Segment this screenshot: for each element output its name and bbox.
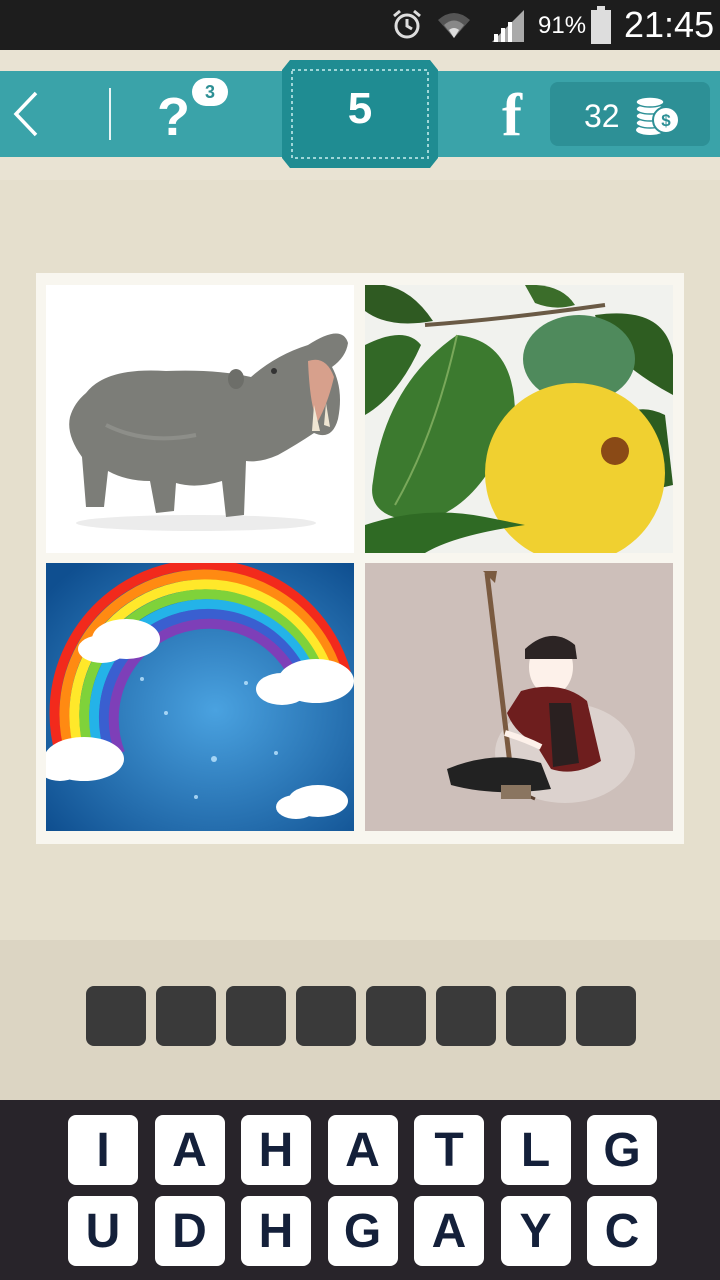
answer-slot[interactable] [436,986,496,1046]
level-number: 5 [347,84,373,133]
chevron-left-icon [13,91,38,137]
hippo-picture[interactable] [46,285,354,553]
alarm-icon [393,9,421,39]
answer-slot[interactable] [296,986,356,1046]
picture-grid [36,273,684,844]
toolbar-divider [109,88,111,140]
letter-key[interactable]: T [414,1115,484,1185]
letter-key[interactable]: L [500,1115,571,1185]
letter-key[interactable]: U [68,1196,138,1266]
hippo-illustration [69,333,348,531]
answer-slot[interactable] [226,986,286,1046]
hint-count-badge: 3 [192,78,228,106]
fruit-picture[interactable] [365,285,673,553]
status-bar: 91% 21:45 [0,0,720,50]
signal-icon [492,10,524,42]
letter-key[interactable]: Y [500,1196,571,1266]
level-indicator: 5 [282,60,438,168]
letter-key[interactable]: I [68,1115,138,1185]
letter-key[interactable]: D [154,1196,225,1266]
battery-icon [591,6,611,44]
svg-text:$: $ [661,111,671,130]
coin-count: 32 [584,98,620,134]
facebook-share-button[interactable]: f [490,80,534,150]
letter-key[interactable]: H [241,1115,311,1185]
question-icon: ? [157,87,190,147]
answer-slot[interactable] [576,986,636,1046]
letter-key[interactable]: A [327,1115,398,1185]
rainbow-picture[interactable] [46,563,354,831]
letter-key[interactable]: C [587,1196,657,1266]
letter-key[interactable]: G [327,1196,398,1266]
answer-slot[interactable] [86,986,146,1046]
hint-button[interactable]: ? 3 [145,78,235,150]
musician-illustration [365,563,673,831]
answer-slot[interactable] [366,986,426,1046]
coins-button[interactable]: 32 $ [550,82,710,146]
musician-picture[interactable] [365,563,673,831]
facebook-icon: f [502,82,522,148]
wifi-icon [438,13,470,38]
letter-key[interactable]: G [587,1115,657,1185]
fruit-illustration [365,285,673,553]
answer-slot[interactable] [506,986,566,1046]
letter-key[interactable]: A [154,1115,225,1185]
back-button[interactable] [0,71,100,157]
letter-key[interactable]: A [414,1196,484,1266]
clock: 21:45 [624,4,715,45]
rainbow-illustration [46,563,354,831]
letter-key[interactable]: H [241,1196,311,1266]
coin-stack-icon: $ [635,96,680,135]
battery-percent: 91% [538,12,587,39]
answer-slot[interactable] [156,986,216,1046]
